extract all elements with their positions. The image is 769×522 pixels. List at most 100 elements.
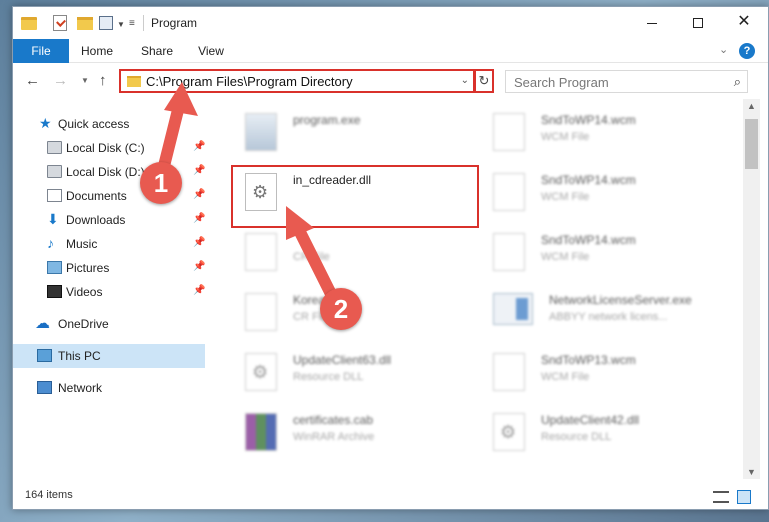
sidebar-item-label: Local Disk (D:): [66, 165, 145, 179]
item-count: 164 items: [25, 489, 73, 501]
new-folder-icon[interactable]: [77, 17, 93, 30]
file-item[interactable]: SndToWP14.wcm WCM File: [493, 229, 733, 285]
sidebar-item-videos[interactable]: Videos 📌: [13, 280, 205, 304]
sidebar-item-local-disk-c[interactable]: Local Disk (C:) 📌: [13, 136, 205, 160]
address-bar[interactable]: C:\Program Files\Program Directory ⌄: [119, 69, 475, 93]
sidebar-item-network[interactable]: Network: [13, 376, 205, 400]
search-icon[interactable]: ⌕: [734, 74, 741, 90]
title-separator: [143, 15, 144, 31]
file-item[interactable]: CR File: [245, 229, 485, 285]
file-icon: [493, 173, 525, 211]
file-item[interactable]: UpdateClient63.dll Resource DLL: [245, 349, 485, 405]
file-type: Resource DLL: [293, 371, 364, 383]
pin-icon[interactable]: 📌: [193, 141, 205, 152]
title-bar: ▼ ≡ Program ✕: [13, 7, 768, 39]
sidebar-item-this-pc[interactable]: This PC: [13, 344, 205, 368]
file-item[interactable]: UpdateClient42.dll Resource DLL: [493, 409, 733, 465]
search-input[interactable]: Search Program ⌕: [505, 70, 748, 93]
pin-icon[interactable]: 📌: [193, 285, 205, 296]
sidebar-item-downloads[interactable]: ⬇ Downloads 📌: [13, 208, 205, 232]
minimize-icon: [647, 22, 657, 24]
file-name: SndToWP14.wcm: [541, 113, 636, 127]
sidebar-item-label: Pictures: [66, 261, 110, 275]
quick-access-dropdown-icon[interactable]: ≡: [129, 18, 135, 29]
star-icon: ★: [39, 115, 52, 131]
large-icons-view-icon[interactable]: [737, 490, 751, 504]
file-icon: [245, 293, 277, 331]
chevron-down-icon[interactable]: ▼: [117, 20, 125, 29]
window-title: Program: [151, 16, 198, 30]
pin-icon[interactable]: 📌: [193, 189, 205, 200]
file-icon: [493, 113, 525, 151]
maximize-button[interactable]: [675, 7, 721, 37]
disk-icon: [47, 141, 62, 154]
file-item[interactable]: certificates.cab WinRAR Archive: [245, 409, 485, 465]
pin-icon[interactable]: 📌: [193, 213, 205, 224]
sidebar-item-pictures[interactable]: Pictures 📌: [13, 256, 205, 280]
vertical-scrollbar[interactable]: ▲ ▼: [743, 99, 760, 479]
details-view-icon[interactable]: [713, 491, 729, 503]
dll-highlight-box: [231, 165, 479, 228]
file-name: certificates.cab: [293, 413, 374, 427]
sidebar-item-onedrive[interactable]: ☁ OneDrive: [13, 312, 205, 336]
download-arrow-icon: ⬇: [47, 211, 59, 227]
tab-view[interactable]: View: [191, 39, 231, 63]
pictures-icon: [47, 261, 62, 274]
file-item[interactable]: program.exe: [245, 109, 485, 165]
refresh-icon: ↻: [478, 73, 490, 88]
refresh-button[interactable]: ↻: [474, 69, 494, 93]
recent-locations-icon[interactable]: ▼: [81, 76, 89, 85]
sidebar-item-label: OneDrive: [58, 317, 109, 331]
close-button[interactable]: ✕: [721, 7, 767, 37]
address-path[interactable]: C:\Program Files\Program Directory: [146, 74, 353, 89]
pin-icon[interactable]: 📌: [193, 237, 205, 248]
file-type: WCM File: [541, 191, 590, 203]
help-icon[interactable]: ?: [739, 43, 755, 59]
file-item[interactable]: Korean CR File: [245, 289, 485, 345]
scroll-up-icon[interactable]: ▲: [747, 101, 756, 111]
dll-gear-icon: [493, 413, 525, 451]
computer-icon: [37, 349, 52, 362]
application-icon: [493, 293, 533, 325]
file-item[interactable]: NetworkLicenseServer.exe ABBYY network l…: [493, 289, 733, 345]
scroll-down-icon[interactable]: ▼: [747, 467, 756, 477]
file-name: UpdateClient42.dll: [541, 413, 640, 427]
sidebar-item-label: Quick access: [58, 117, 130, 131]
file-type: ABBYY network licens...: [549, 311, 668, 323]
sidebar-item-label: Local Disk (C:): [66, 141, 145, 155]
file-icon: [245, 233, 277, 271]
sidebar-item-label: Music: [66, 237, 98, 251]
file-name: NetworkLicenseServer.exe: [549, 293, 692, 307]
file-explorer-window: ▼ ≡ Program ✕ File Home Share View ⌄ ? ←…: [12, 6, 769, 510]
properties-check-icon[interactable]: [53, 15, 67, 31]
file-item[interactable]: SndToWP14.wcm WCM File: [493, 169, 733, 225]
file-item[interactable]: SndToWP13.wcm WCM File: [493, 349, 733, 405]
sidebar-item-label: Downloads: [66, 213, 126, 227]
forward-arrow-icon[interactable]: →: [53, 72, 68, 89]
file-type: Resource DLL: [541, 431, 612, 443]
file-list: program.exe SndToWP14.wcm WCM File in_cd…: [209, 99, 743, 479]
address-dropdown-icon[interactable]: ⌄: [461, 75, 469, 86]
tab-share[interactable]: Share: [135, 39, 179, 63]
pin-icon[interactable]: 📌: [193, 261, 205, 272]
pin-icon[interactable]: 📌: [193, 165, 205, 176]
customize-icon[interactable]: [99, 16, 113, 30]
navigation-pane: ★ Quick access Local Disk (C:) 📌 Local D…: [13, 99, 209, 479]
up-arrow-icon[interactable]: ↑: [99, 72, 107, 89]
file-type: WCM File: [541, 131, 590, 143]
tab-home[interactable]: Home: [75, 39, 119, 63]
file-item[interactable]: SndToWP14.wcm WCM File: [493, 109, 733, 165]
file-type: CR File: [293, 251, 330, 263]
expand-ribbon-icon[interactable]: ⌄: [719, 43, 728, 56]
minimize-button[interactable]: [629, 7, 675, 37]
file-type: WCM File: [541, 371, 590, 383]
back-arrow-icon[interactable]: ←: [25, 72, 40, 89]
scroll-thumb[interactable]: [745, 119, 758, 169]
network-icon: [37, 381, 52, 394]
exe-file-icon: [245, 113, 277, 151]
tab-file[interactable]: File: [13, 39, 69, 63]
file-type: WinRAR Archive: [293, 431, 375, 443]
step-2-badge: 2: [320, 288, 362, 330]
sidebar-item-quick-access[interactable]: ★ Quick access: [13, 112, 205, 136]
sidebar-item-music[interactable]: ♪ Music 📌: [13, 232, 205, 256]
